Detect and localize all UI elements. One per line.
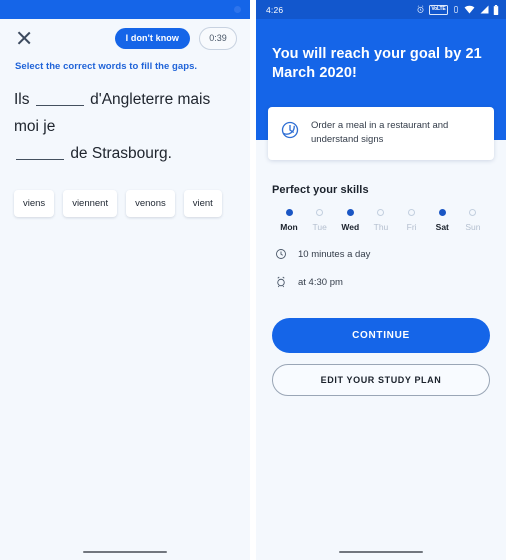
home-gesture-pill[interactable] xyxy=(83,550,167,553)
weekday-label: Sat xyxy=(435,222,449,232)
weekday-tue[interactable]: Tue xyxy=(305,209,335,232)
goal-headline: You will reach your goal by 21 March 202… xyxy=(272,46,482,81)
clock-icon xyxy=(274,248,288,260)
sentence-gap-2[interactable] xyxy=(16,142,64,160)
quiz-top-bar: I don't know 0:39 xyxy=(0,19,250,57)
weekday-sun[interactable]: Sun xyxy=(458,209,488,232)
weekday-label: Sun xyxy=(465,222,481,232)
perfect-skills-title: Perfect your skills xyxy=(272,184,369,196)
weekday-dot xyxy=(285,209,293,216)
daily-duration-text: 10 minutes a day xyxy=(298,248,371,260)
home-gesture-pill[interactable] xyxy=(339,550,423,553)
signal-icon xyxy=(479,5,489,14)
answer-choice[interactable]: viennent xyxy=(63,190,118,217)
left-navigation-bar xyxy=(0,538,250,560)
answer-choices: viens viennent venons vient xyxy=(0,167,250,217)
answer-choice[interactable]: viens xyxy=(14,190,55,217)
weekday-dot xyxy=(377,209,385,216)
status-bar-icons: VoLTE xyxy=(283,4,499,15)
goal-objective-text: Order a meal in a restaurant and underst… xyxy=(311,120,449,145)
dont-know-button[interactable]: I don't know xyxy=(114,27,190,49)
app-indicator-dot-icon xyxy=(234,6,241,13)
edit-study-plan-button[interactable]: EDIT YOUR STUDY PLAN xyxy=(272,364,490,396)
weekday-sat[interactable]: Sat xyxy=(427,209,457,232)
weekday-dot xyxy=(469,209,477,216)
weekday-label: Fri xyxy=(406,222,417,232)
left-phone-screen: I don't know 0:39 Select the correct wor… xyxy=(0,0,250,560)
weekday-label: Mon xyxy=(280,222,298,232)
dual-screenshot-container: I don't know 0:39 Select the correct wor… xyxy=(0,0,506,560)
status-bar-clock: 4:26 xyxy=(266,4,284,15)
reminder-time-row[interactable]: at 4:30 pm xyxy=(272,276,490,288)
weekday-wed[interactable]: Wed xyxy=(335,209,365,232)
goal-objective-card[interactable]: Order a meal in a restaurant and underst… xyxy=(268,107,494,160)
weekday-dot xyxy=(316,209,324,216)
weekday-label: Tue xyxy=(312,222,327,232)
answer-choice[interactable]: vient xyxy=(183,190,222,217)
reminder-time-text: at 4:30 pm xyxy=(298,276,343,288)
sentence-gap-1[interactable] xyxy=(35,88,84,106)
vibrate-icon xyxy=(452,5,460,14)
close-icon[interactable] xyxy=(15,29,33,47)
quiz-timer: 0:39 xyxy=(199,26,237,50)
battery-icon xyxy=(493,4,499,15)
right-status-bar: 4:26 VoLTE xyxy=(256,0,506,19)
weekday-label: Wed xyxy=(341,222,360,232)
alarm-clock-icon xyxy=(274,276,288,288)
continue-button[interactable]: CONTINUE xyxy=(272,318,490,353)
volte-icon: VoLTE xyxy=(428,4,448,15)
right-navigation-bar xyxy=(256,538,506,560)
left-status-bar xyxy=(0,0,250,19)
weekday-thu[interactable]: Thu xyxy=(366,209,396,232)
sentence-part-3: de Strasbourg. xyxy=(70,145,172,162)
quiz-prompt: Select the correct words to fill the gap… xyxy=(15,61,198,72)
answer-choice[interactable]: venons xyxy=(126,190,175,217)
study-plan-body: Perfect your skills Mon Tue Wed Thu Fri … xyxy=(256,140,506,396)
weekday-dot xyxy=(408,209,416,216)
goal-clock-icon xyxy=(280,120,300,145)
weekday-label: Thu xyxy=(373,222,389,232)
daily-duration-row[interactable]: 10 minutes a day xyxy=(272,248,490,260)
weekday-mon[interactable]: Mon xyxy=(274,209,304,232)
weekday-selector: Mon Tue Wed Thu Fri Sat Sun xyxy=(272,209,490,232)
weekday-dot xyxy=(346,209,354,216)
wifi-icon xyxy=(464,5,475,14)
alarm-icon xyxy=(416,5,425,14)
quiz-sentence: Ils d'Angleterre mais moi je de Strasbou… xyxy=(0,72,250,167)
right-phone-screen: 4:26 VoLTE You will reach your goal by 2… xyxy=(256,0,506,560)
sentence-part-1: Ils xyxy=(14,91,30,108)
weekday-dot xyxy=(438,209,446,216)
weekday-fri[interactable]: Fri xyxy=(397,209,427,232)
